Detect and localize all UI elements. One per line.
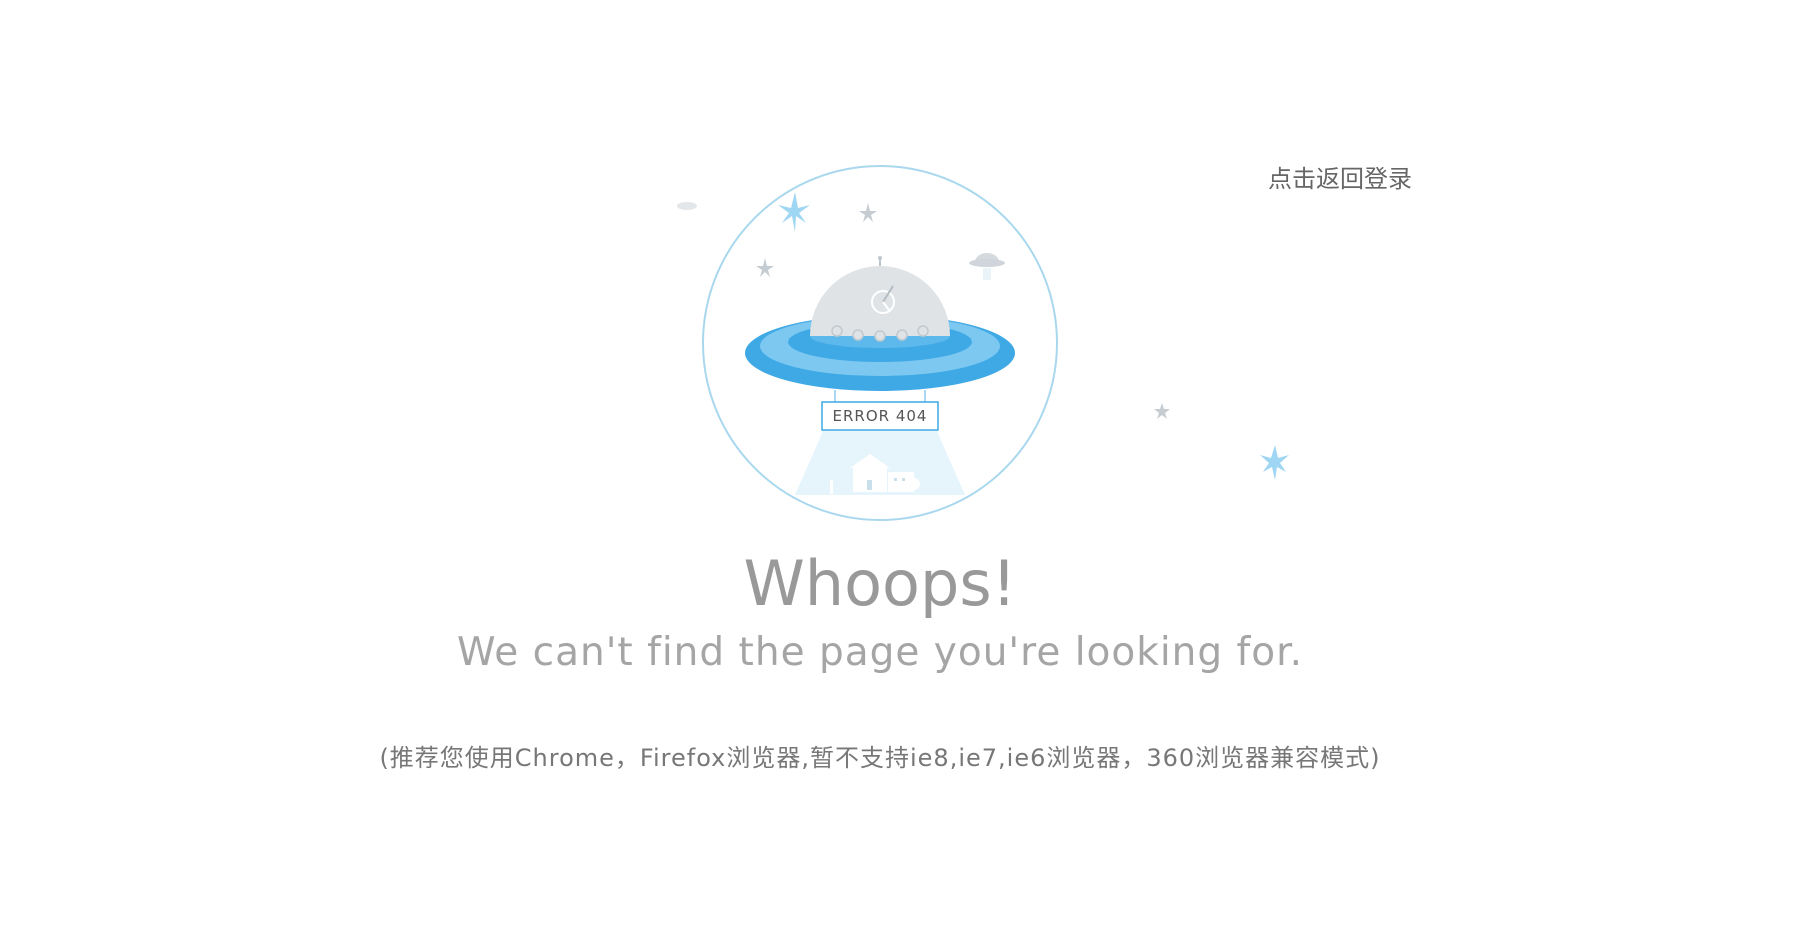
error-page: 点击返回登录 ERROR 404 Whoops! We can't find t… [0,0,1798,945]
error-headline: Whoops! [743,547,1017,620]
browser-compatibility-note: (推荐您使用Chrome，Firefox浏览器,暂不支持ie8,ie7,ie6浏… [379,744,1381,772]
cloud-icon [677,202,697,210]
star-icon [1260,445,1289,480]
error-sign-text: ERROR 404 [833,407,928,425]
ufo-404-illustration: ERROR 404 [677,165,1289,521]
star-icon [1154,403,1170,419]
error-subheadline: We can't find the page you're looking fo… [456,630,1303,675]
